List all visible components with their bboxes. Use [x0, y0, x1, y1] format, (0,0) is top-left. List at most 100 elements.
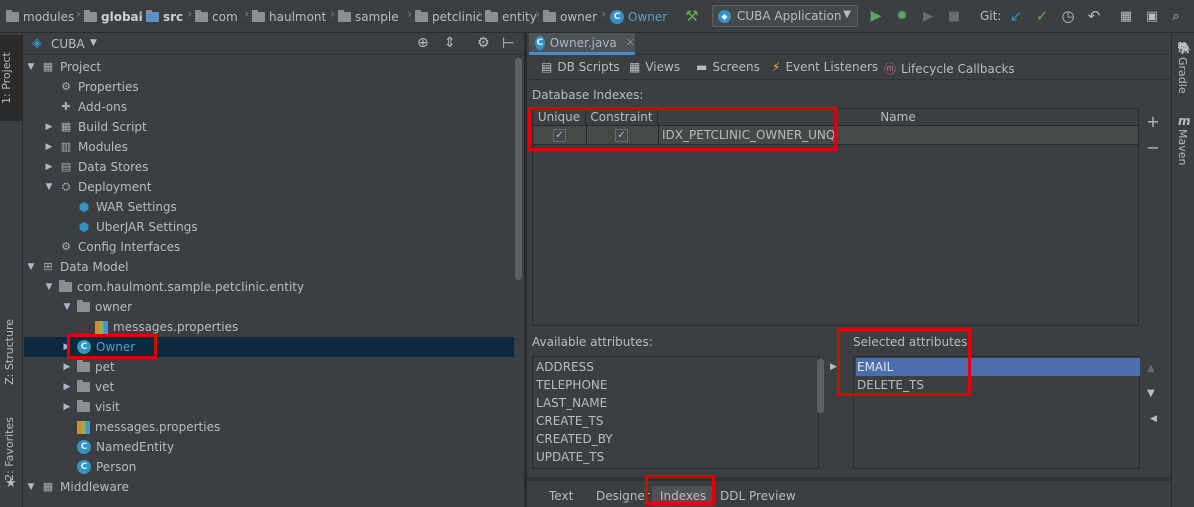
collapse-arrow-icon[interactable]: ▶ [44, 142, 54, 152]
column-header-name[interactable]: Name [658, 109, 1138, 126]
move-down-icon[interactable]: ▼ [1147, 388, 1155, 399]
breadcrumb-petclinic[interactable]: petclinic [415, 8, 483, 25]
tree-item[interactable]: messages.properties [24, 317, 514, 337]
breadcrumb-haulmont[interactable]: haulmont [252, 8, 326, 25]
tree-item[interactable]: ▶ ▥ Modules [24, 137, 514, 157]
tree-item[interactable]: ▶ visit [24, 397, 514, 417]
tree-item[interactable]: ▼ ⊞ Data Model [24, 257, 514, 277]
maven-tool-tab[interactable]: Maven [1176, 129, 1189, 165]
breadcrumb-modules[interactable]: modules [6, 8, 74, 25]
expand-arrow-icon[interactable]: ▼ [44, 282, 54, 292]
stop-icon[interactable]: ■ [944, 7, 964, 26]
expand-arrow-icon[interactable]: ▼ [62, 302, 72, 312]
tree-item[interactable]: C Person [24, 457, 514, 477]
tree-item[interactable]: C NamedEntity [24, 437, 514, 457]
project-structure-icon[interactable]: ▦ [1116, 7, 1136, 26]
list-item[interactable]: ADDRESS [535, 358, 594, 376]
views-button[interactable]: ▦ Views [629, 60, 680, 74]
table-row[interactable]: ✓ ✓ IDX_PETCLINIC_OWNER_UNQ [533, 126, 1138, 145]
structure-tool-tab[interactable]: Z: Structure [3, 319, 16, 385]
collapse-arrow-icon[interactable]: ▶ [44, 162, 54, 172]
tree-item[interactable]: ✚ Add-ons [24, 97, 514, 117]
expand-arrow-icon[interactable]: ▼ [26, 62, 36, 72]
tab-indexes[interactable]: Indexes [652, 486, 715, 506]
expand-arrow-icon[interactable]: ▼ [44, 182, 54, 192]
run-coverage-icon[interactable]: ▶ [918, 7, 938, 26]
git-history-icon[interactable]: ◷ [1058, 7, 1078, 26]
unique-checkbox[interactable]: ✓ [553, 129, 566, 142]
collapse-arrow-icon[interactable]: ▶ [44, 122, 54, 132]
tree-item[interactable]: ▼ ▦ Middleware [24, 477, 514, 497]
tree-item[interactable]: ⬢ UberJAR Settings [24, 217, 514, 237]
collapse-arrow-icon[interactable]: ▶ [62, 362, 72, 372]
move-left-icon[interactable]: ◀ [1150, 414, 1157, 424]
tree-item[interactable]: ▶ ▦ Build Script [24, 117, 514, 137]
remove-index-button[interactable]: − [1143, 138, 1163, 158]
expand-arrow-icon[interactable]: ▼ [26, 482, 36, 492]
tree-item[interactable]: ▼ ▦ Project [24, 57, 514, 77]
gradle-tool-tab[interactable]: Gradle [1176, 57, 1189, 94]
breadcrumb-global[interactable]: global [84, 8, 143, 25]
locate-icon[interactable]: ⊕ [417, 35, 429, 51]
tree-item[interactable]: ⚙ Config Interfaces [24, 237, 514, 257]
file-tab-owner[interactable]: C Owner.java ✕ [529, 33, 635, 55]
hide-icon[interactable]: ⊢ [502, 34, 515, 52]
tree-item[interactable]: messages.properties [24, 417, 514, 437]
tree-item[interactable]: ⬢ WAR Settings [24, 197, 514, 217]
debug-icon[interactable]: ✹ [892, 7, 912, 26]
move-right-icon[interactable]: ▶ [830, 362, 837, 372]
tab-ddl-preview[interactable]: DDL Preview [720, 486, 796, 506]
tree-item[interactable]: ▶ C Owner [24, 337, 514, 357]
constraint-checkbox[interactable]: ✓ [615, 129, 628, 142]
search-icon[interactable]: ⌕ [1166, 7, 1186, 26]
tree-scrollbar[interactable] [515, 58, 522, 280]
add-index-button[interactable]: + [1143, 112, 1163, 132]
collapse-arrow-icon[interactable]: ▶ [62, 382, 72, 392]
collapse-all-icon[interactable]: ⇕ [444, 35, 456, 51]
list-item-selected[interactable]: EMAIL [856, 358, 1140, 376]
list-item[interactable]: DELETE_TS [856, 376, 924, 394]
git-rollback-icon[interactable]: ↶ [1084, 7, 1104, 26]
breadcrumb-sample[interactable]: sample [338, 8, 399, 25]
screens-button[interactable]: ▬ Screens [696, 60, 760, 74]
column-header-constraint[interactable]: Constraint [586, 109, 658, 126]
dropdown-arrow-icon[interactable]: ▼ [90, 38, 97, 48]
collapse-arrow-icon[interactable]: ▶ [62, 402, 72, 412]
run-icon[interactable]: ▶ [866, 7, 886, 26]
breadcrumb-owner-class[interactable]: C Owner [610, 8, 667, 25]
index-name-cell[interactable]: IDX_PETCLINIC_OWNER_UNQ [662, 128, 835, 142]
git-commit-icon[interactable]: ✓ [1032, 7, 1052, 26]
close-icon[interactable]: ✕ [626, 36, 635, 49]
column-header-unique[interactable]: Unique [533, 109, 586, 126]
tree-item[interactable]: ▶ ▤ Data Stores [24, 157, 514, 177]
run-configuration-select[interactable]: ◆ CUBA Application ▼ [712, 5, 858, 27]
favorites-tool-tab[interactable]: 2: Favorites [3, 417, 16, 481]
build-hammer-icon[interactable]: ⚒ [682, 7, 702, 26]
tab-text[interactable]: Text [549, 486, 573, 506]
tree-item[interactable]: ▶ vet [24, 377, 514, 397]
project-tool-tab[interactable]: 1: Project [0, 35, 22, 121]
terminal-icon[interactable]: ▣ [1142, 7, 1162, 26]
breadcrumb-entity[interactable]: entity [485, 8, 537, 25]
list-item[interactable]: UPDATE_TS [535, 448, 604, 466]
breadcrumb-src[interactable]: src [146, 8, 183, 25]
tree-item[interactable]: ▼ owner [24, 297, 514, 317]
tree-item[interactable]: ▼ com.haulmont.sample.petclinic.entity [24, 277, 514, 297]
view-selector[interactable]: CUBA [51, 37, 85, 51]
gear-icon[interactable]: ⚙ [477, 35, 490, 51]
list-scrollbar[interactable] [817, 359, 824, 413]
db-scripts-button[interactable]: ▤ DB Scripts [541, 60, 620, 74]
event-listeners-button[interactable]: ⚡ Event Listeners [772, 60, 878, 74]
breadcrumb-owner[interactable]: owner [543, 8, 597, 25]
move-up-icon[interactable]: ▲ [1147, 363, 1155, 374]
git-update-icon[interactable]: ↙ [1006, 7, 1026, 26]
expand-arrow-icon[interactable]: ▼ [26, 262, 36, 272]
list-item[interactable]: TELEPHONE [535, 376, 607, 394]
lifecycle-callbacks-button[interactable]: ⓜ Lifecycle Callbacks [884, 60, 1015, 77]
list-item[interactable]: LAST_NAME [535, 394, 607, 412]
tree-item[interactable]: ▼ ⛭ Deployment [24, 177, 514, 197]
breadcrumb-com[interactable]: com [195, 8, 238, 25]
tab-designer[interactable]: Designer [596, 486, 650, 506]
list-item[interactable]: CREATED_BY [535, 430, 613, 448]
collapse-arrow-icon[interactable]: ▶ [62, 342, 72, 352]
